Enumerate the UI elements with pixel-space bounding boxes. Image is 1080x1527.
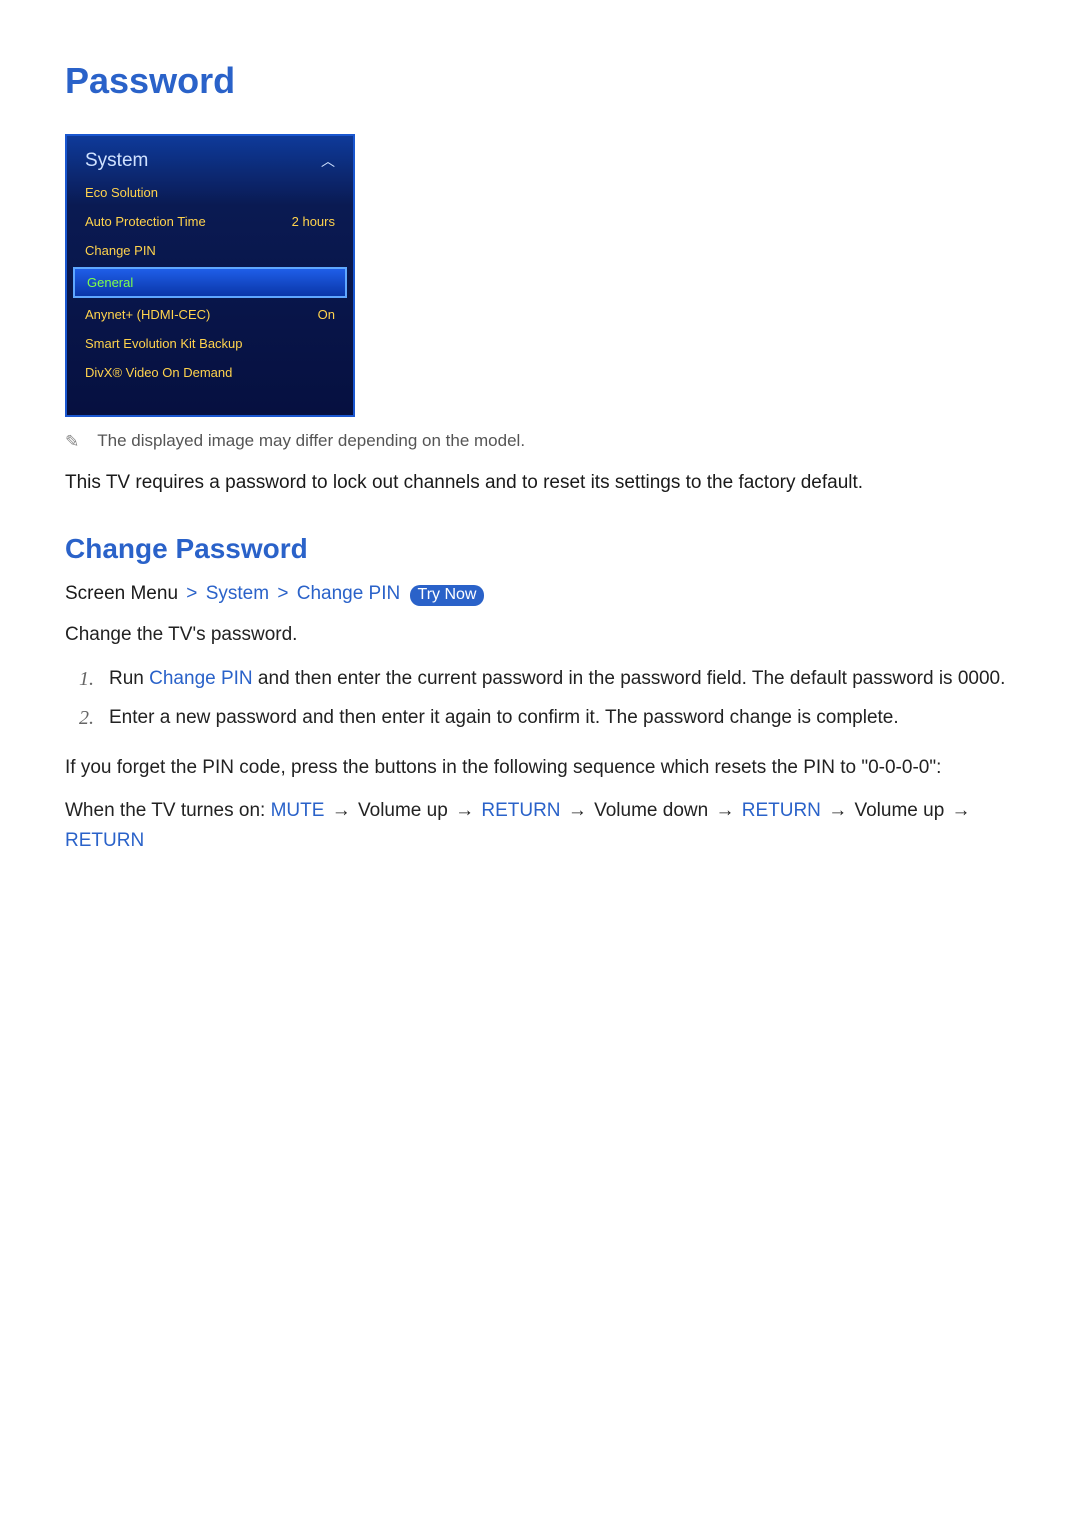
system-menu-screenshot: System ︿ Eco Solution Auto Protection Ti…	[65, 134, 355, 417]
forgot-text: If you forget the PIN code, press the bu…	[65, 753, 1020, 782]
arrow-icon: →	[453, 800, 476, 821]
page-title: Password	[65, 60, 1020, 102]
menu-item-change-pin: Change PIN	[67, 236, 353, 265]
menu-item-value: On	[318, 307, 335, 322]
menu-item-auto-protection-time: Auto Protection Time 2 hours	[67, 207, 353, 236]
breadcrumb-change-pin: Change PIN	[297, 583, 401, 604]
reset-sequence: When the TV turnes on: MUTE → Volume up …	[65, 796, 1020, 855]
change-intro: Change the TV's password.	[65, 620, 1020, 649]
step-1: Run Change PIN and then enter the curren…	[79, 664, 1020, 693]
menu-item-label: Eco Solution	[85, 185, 158, 200]
menu-header-title: System	[85, 150, 148, 172]
breadcrumb-system: System	[206, 583, 269, 604]
try-now-badge: Try Now	[410, 585, 485, 606]
menu-item-anynet: Anynet+ (HDMI-CEC) On	[67, 300, 353, 329]
arrow-icon: →	[950, 800, 973, 821]
image-note: ✎ The displayed image may differ dependi…	[65, 431, 1020, 452]
menu-item-general: General	[73, 267, 347, 298]
menu-item-label: Auto Protection Time	[85, 214, 206, 229]
menu-item-divx: DivX® Video On Demand	[67, 358, 353, 387]
arrow-icon: →	[330, 800, 353, 821]
menu-item-label: DivX® Video On Demand	[85, 365, 232, 380]
intro-text: This TV requires a password to lock out …	[65, 468, 1020, 497]
menu-item-label: Anynet+ (HDMI-CEC)	[85, 307, 210, 322]
menu-item-label: Change PIN	[85, 243, 156, 258]
chevron-up-icon: ︿	[321, 151, 335, 171]
arrow-icon: →	[826, 800, 849, 821]
arrow-icon: →	[713, 800, 736, 821]
reset-return: RETURN	[742, 800, 821, 821]
menu-item-label: Smart Evolution Kit Backup	[85, 336, 243, 351]
image-note-text: The displayed image may differ depending…	[97, 431, 525, 451]
reset-prefix: When the TV turnes on:	[65, 800, 271, 821]
reset-vol-up: Volume up	[854, 800, 944, 821]
breadcrumb-sep: >	[183, 583, 200, 604]
breadcrumb-prefix: Screen Menu	[65, 583, 178, 604]
reset-vol-down: Volume down	[594, 800, 708, 821]
step-2: Enter a new password and then enter it a…	[79, 703, 1020, 732]
arrow-icon: →	[566, 800, 589, 821]
menu-header: System ︿	[67, 150, 353, 178]
steps-list: Run Change PIN and then enter the curren…	[65, 664, 1020, 733]
menu-item-eco-solution: Eco Solution	[67, 178, 353, 207]
step-1-change-pin: Change PIN	[149, 668, 253, 689]
section-title-change-password: Change Password	[65, 533, 1020, 565]
pencil-icon: ✎	[65, 432, 79, 452]
reset-mute: MUTE	[271, 800, 325, 821]
reset-return: RETURN	[65, 830, 144, 851]
breadcrumb: Screen Menu > System > Change PIN Try No…	[65, 583, 1020, 606]
breadcrumb-sep: >	[274, 583, 291, 604]
reset-vol-up: Volume up	[358, 800, 448, 821]
reset-return: RETURN	[481, 800, 560, 821]
step-1-post: and then enter the current password in t…	[253, 668, 1006, 689]
step-1-pre: Run	[109, 668, 149, 689]
menu-item-smart-evolution: Smart Evolution Kit Backup	[67, 329, 353, 358]
menu-item-label: General	[87, 275, 133, 290]
menu-item-value: 2 hours	[292, 214, 335, 229]
